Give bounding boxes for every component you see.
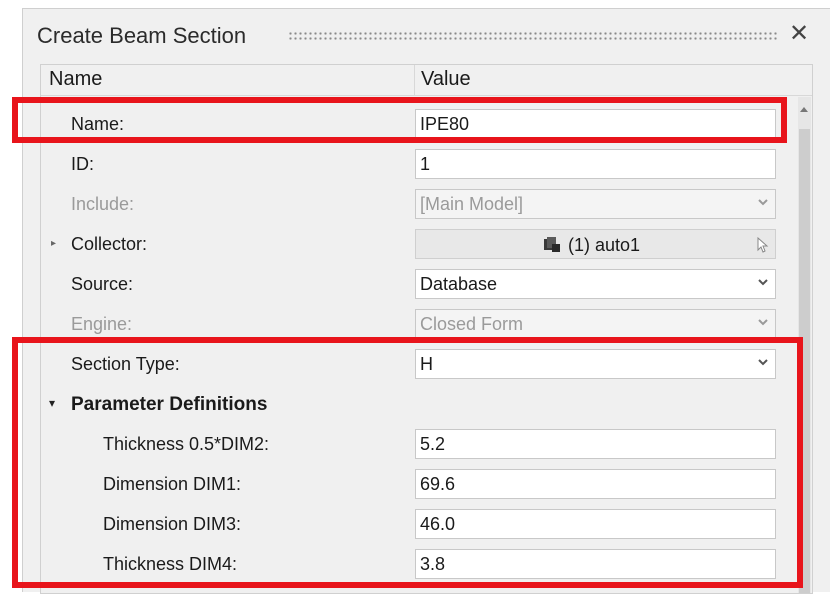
close-icon[interactable]: ✕ [787,20,811,48]
chevron-down-icon[interactable] [757,276,769,288]
section-type-value: H [420,354,433,374]
collector-button[interactable]: (1) auto1 [415,229,776,259]
title-bar[interactable]: Create Beam Section ✕ [23,9,830,59]
collector-value: (1) auto1 [568,235,641,255]
engine-label: Engine: [71,314,133,334]
include-label: Include: [71,194,135,214]
scrollbar-thumb[interactable] [799,129,810,593]
parameter-definitions-heading: Parameter Definitions [71,394,268,415]
source-value: Database [420,274,498,294]
dim3-input[interactable]: 46.0 [415,509,776,539]
thickness-half-dim2-input[interactable]: 5.2 [415,429,776,459]
table-row-dim1: Dimension DIM1: 69.6 [41,465,796,505]
include-select: [Main Model] [415,189,776,219]
table-row-source: Source: Database [41,265,796,305]
table-row-name: Name: IPE80 [41,105,796,145]
chevron-down-icon [758,319,768,326]
table-row-dim3: Dimension DIM3: 46.0 [41,505,796,545]
source-select[interactable]: Database [415,269,776,299]
source-label: Source: [71,274,134,294]
chevron-down-icon[interactable] [757,356,769,368]
scroll-up-icon[interactable] [800,107,808,112]
dim1-label: Dimension DIM1: [103,474,242,494]
section-type-select[interactable]: H [415,349,776,379]
collapse-arrow-icon[interactable]: ▾ [49,396,55,410]
thickness-dim4-label: Thickness DIM4: [103,554,238,574]
column-header-value[interactable]: Value [421,68,471,91]
dialog-title: Create Beam Section [37,23,247,48]
dim1-input[interactable]: 69.6 [415,469,776,499]
table-header: Name Value [41,65,812,96]
engine-select: Closed Form [415,309,776,339]
name-label: Name: [71,114,125,134]
name-input[interactable]: IPE80 [415,109,776,139]
thickness-dim4-input[interactable]: 3.8 [415,549,776,579]
thickness-half-dim2-label: Thickness 0.5*DIM2: [103,434,270,454]
table-row-thickness-half-dim2: Thickness 0.5*DIM2: 5.2 [41,425,796,465]
table-row-id: ID: 1 [41,145,796,185]
drag-grip[interactable] [288,31,778,41]
table-row-thickness-dim4: Thickness DIM4: 3.8 [41,545,796,585]
table-row-collector: ▸ Collector: (1) auto1 [41,225,796,265]
table-row-parameter-definitions[interactable]: ▾ Parameter Definitions [41,385,796,425]
column-divider[interactable] [414,65,415,95]
table-row-section-type: Section Type: H [41,345,796,385]
collector-label: Collector: [71,234,148,254]
vertical-scrollbar[interactable] [798,97,811,593]
engine-value: Closed Form [420,314,524,334]
chevron-down-icon [758,199,768,206]
id-input[interactable]: 1 [415,149,776,179]
create-beam-section-panel: Create Beam Section ✕ Name Value Name: I… [22,8,830,594]
include-value: [Main Model] [420,194,524,214]
cursor-pointer-icon [757,237,769,253]
component-collector-icon [544,237,560,252]
expand-arrow-icon[interactable]: ▸ [51,238,56,249]
column-header-name[interactable]: Name [49,68,102,91]
section-type-label: Section Type: [71,354,180,374]
table-row-include: Include: [Main Model] [41,185,796,225]
property-table: Name Value Name: IPE80 ID: 1 Include: [M… [40,64,813,594]
table-row-engine: Engine: Closed Form [41,305,796,345]
dim3-label: Dimension DIM3: [103,514,242,534]
id-label: ID: [71,154,95,174]
